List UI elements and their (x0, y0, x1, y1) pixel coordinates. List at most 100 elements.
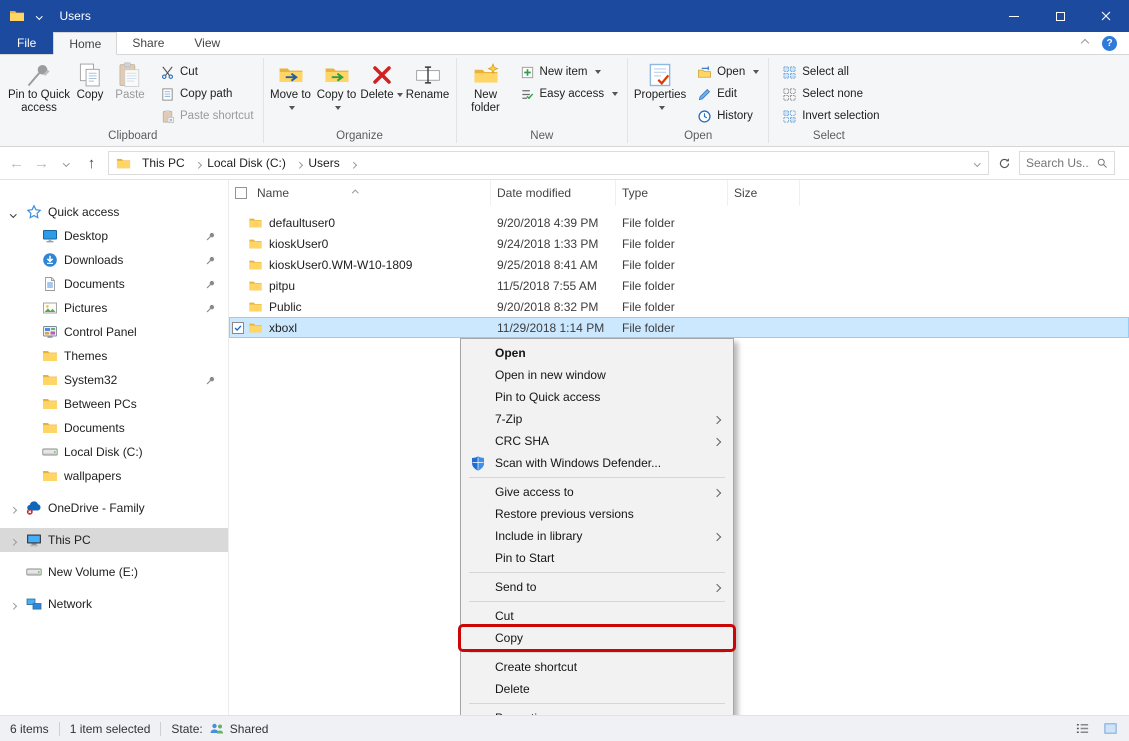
search-input[interactable] (1026, 156, 1090, 170)
chevron-down-icon[interactable] (11, 205, 16, 219)
details-view-button[interactable] (1069, 718, 1095, 740)
rename-button[interactable]: Rename (404, 59, 452, 102)
context-menu-item-delete[interactable]: Delete (461, 678, 733, 700)
select-none-button[interactable]: Select none (777, 83, 884, 105)
file-row-defaultuser0[interactable]: defaultuser09/20/2018 4:39 PMFile folder (229, 212, 1129, 233)
large-icons-view-button[interactable] (1097, 718, 1123, 740)
properties-button[interactable]: Properties (632, 59, 688, 115)
select-all-button[interactable]: Select all (777, 61, 884, 83)
sidebar-item-this-pc[interactable]: This PC (0, 528, 228, 552)
file-row-kioskuser0-wm-w10-1809[interactable]: kioskUser0.WM-W10-18099/25/2018 8:41 AMF… (229, 254, 1129, 275)
back-button[interactable]: ← (4, 150, 29, 176)
address-box[interactable]: This PC Local Disk (C:) Users (108, 151, 989, 175)
sidebar-item-between-pcs[interactable]: Between PCs (0, 392, 228, 416)
copy-to-button[interactable]: Copy to (314, 59, 360, 115)
column-header-size[interactable]: Size (728, 180, 800, 206)
context-menu-item-scan-with-windows-defender[interactable]: Scan with Windows Defender... (461, 452, 733, 474)
refresh-button[interactable] (992, 151, 1016, 175)
context-menu-item-crc-sha[interactable]: CRC SHA (461, 430, 733, 452)
file-name: kioskUser0.WM-W10-1809 (269, 258, 412, 272)
context-menu-item-send-to[interactable]: Send to (461, 576, 733, 598)
new-folder-button[interactable]: New folder (461, 59, 511, 115)
tab-view[interactable]: View (179, 32, 235, 54)
context-menu-item-properties[interactable]: Properties (461, 707, 733, 715)
customize-toolbar-caret-icon[interactable] (37, 14, 42, 19)
sidebar-item-themes[interactable]: Themes (0, 344, 228, 368)
context-menu-item-pin-to-start[interactable]: Pin to Start (461, 547, 733, 569)
context-menu-item-copy[interactable]: Copy (461, 627, 733, 649)
breadcrumb-item-users[interactable]: Users (301, 156, 343, 170)
sidebar-item-system32[interactable]: System32 (0, 368, 228, 392)
copy-button[interactable]: Copy (71, 59, 109, 102)
address-dropdown-caret-icon[interactable] (966, 161, 989, 166)
collapse-ribbon-icon[interactable] (1081, 39, 1089, 47)
history-button[interactable]: History (692, 105, 764, 127)
chevron-right-icon[interactable] (11, 533, 16, 547)
breadcrumb-item-this-pc[interactable]: This PC (135, 156, 189, 170)
cut-button[interactable]: Cut (155, 61, 259, 83)
sidebar-item-documents[interactable]: Documents (0, 272, 228, 296)
maximize-button[interactable] (1037, 0, 1083, 32)
paste-shortcut-button[interactable]: Paste shortcut (155, 105, 259, 127)
sidebar-item-downloads[interactable]: Downloads (0, 248, 228, 272)
sidebar-item-pictures[interactable]: Pictures (0, 296, 228, 320)
forward-button[interactable]: → (29, 150, 54, 176)
sidebar-item-documents[interactable]: Documents (0, 416, 228, 440)
breadcrumb-separator-icon[interactable] (351, 156, 356, 170)
file-row-pitpu[interactable]: pitpu11/5/2018 7:55 AMFile folder (229, 275, 1129, 296)
search-icon[interactable] (1090, 157, 1114, 169)
sidebar-item-label: Themes (64, 349, 107, 363)
context-menu-item-open-in-new-window[interactable]: Open in new window (461, 364, 733, 386)
context-menu-item-7-zip[interactable]: 7-Zip (461, 408, 733, 430)
tab-share[interactable]: Share (117, 32, 179, 54)
edit-button[interactable]: Edit (692, 83, 764, 105)
sidebar-item-wallpapers[interactable]: wallpapers (0, 464, 228, 488)
sidebar-item-network[interactable]: Network (0, 592, 228, 616)
ribbon-group-new: New folder New item Easy access New (458, 55, 627, 146)
select-all-checkbox[interactable] (235, 187, 247, 199)
context-menu-item-give-access-to[interactable]: Give access to (461, 481, 733, 503)
chevron-right-icon[interactable] (11, 501, 16, 515)
up-button[interactable]: ↑ (79, 150, 104, 176)
row-checkbox[interactable] (232, 322, 244, 334)
file-row-kioskuser0[interactable]: kioskUser09/24/2018 1:33 PMFile folder (229, 233, 1129, 254)
pin-to-quick-access-button[interactable]: Pin to Quick access (7, 59, 71, 115)
help-icon[interactable]: ? (1102, 36, 1117, 51)
column-header-date-modified[interactable]: Date modified (491, 180, 616, 206)
tab-file[interactable]: File (0, 32, 53, 54)
sidebar-item-onedrive-family[interactable]: OneDrive - Family (0, 496, 228, 520)
file-row-public[interactable]: Public9/20/2018 8:32 PMFile folder (229, 296, 1129, 317)
copy-path-button[interactable]: Copy path (155, 83, 259, 105)
folder-icon (248, 300, 263, 314)
invert-selection-button[interactable]: Invert selection (777, 105, 884, 127)
column-header-type[interactable]: Type (616, 180, 728, 206)
chevron-right-icon[interactable] (11, 597, 16, 611)
sidebar-item-local-disk-c[interactable]: Local Disk (C:) (0, 440, 228, 464)
new-item-button[interactable]: New item (515, 61, 624, 83)
context-menu-item-restore-previous-versions[interactable]: Restore previous versions (461, 503, 733, 525)
easy-access-button[interactable]: Easy access (515, 83, 624, 105)
minimize-button[interactable] (991, 0, 1037, 32)
sidebar-item-desktop[interactable]: Desktop (0, 224, 228, 248)
context-menu-item-open[interactable]: Open (461, 342, 733, 364)
column-header-name[interactable]: Name (229, 180, 491, 206)
context-menu-item-cut[interactable]: Cut (461, 605, 733, 627)
ribbon-group-select: Select all Select none Invert selection … (770, 55, 887, 146)
context-menu-item-include-in-library[interactable]: Include in library (461, 525, 733, 547)
delete-button[interactable]: Delete (360, 59, 404, 102)
file-row-xboxl[interactable]: xboxl11/29/2018 1:14 PMFile folder (229, 317, 1129, 338)
button-label: History (717, 110, 753, 122)
tab-home[interactable]: Home (53, 32, 117, 55)
move-to-button[interactable]: Move to (268, 59, 314, 115)
breadcrumb-item-local-disk-c[interactable]: Local Disk (C:) (200, 156, 290, 170)
sidebar-item-label: Quick access (48, 205, 119, 219)
context-menu-item-pin-to-quick-access[interactable]: Pin to Quick access (461, 386, 733, 408)
sidebar-item-control-panel[interactable]: Control Panel (0, 320, 228, 344)
close-button[interactable] (1083, 0, 1129, 32)
paste-button[interactable]: Paste (109, 59, 151, 102)
sidebar-item-quick-access[interactable]: Quick access (0, 200, 228, 224)
context-menu-item-create-shortcut[interactable]: Create shortcut (461, 656, 733, 678)
sidebar-item-new-volume-e[interactable]: New Volume (E:) (0, 560, 228, 584)
open-button[interactable]: Open (692, 61, 764, 83)
recent-locations-caret-icon[interactable] (54, 150, 79, 176)
